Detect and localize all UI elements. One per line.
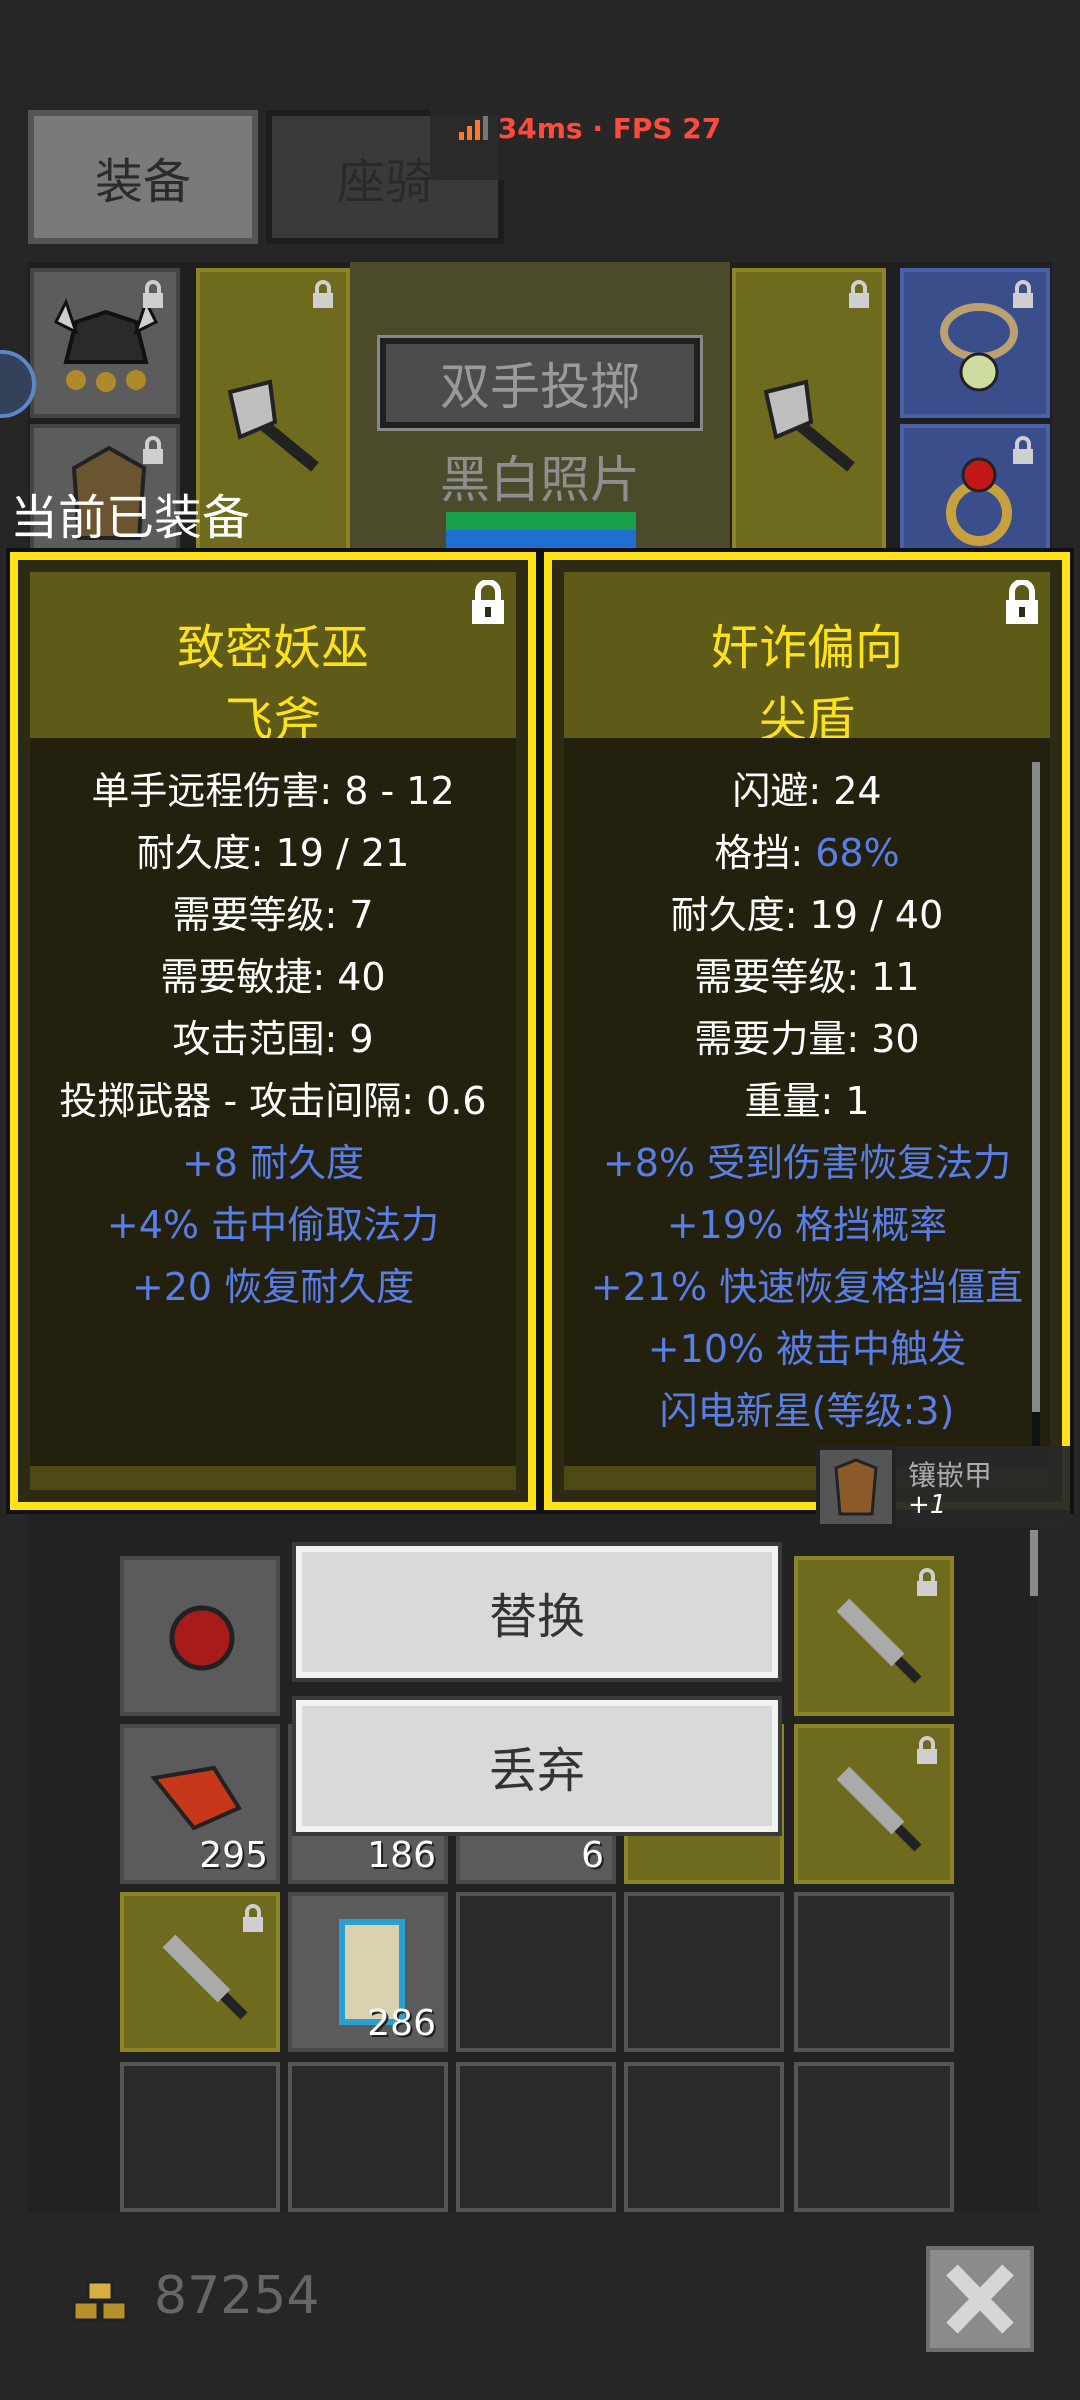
network-label: 34ms · FPS 27 [497, 111, 722, 145]
inventory-slot[interactable]: 295 [120, 1724, 280, 1884]
inventory-slot[interactable] [794, 1892, 954, 2052]
affix-line: +8% 受到伤害恢复法力 [602, 1141, 1012, 1185]
stat-line: 闪避: 24 [732, 769, 882, 813]
socket-item-name: 镶嵌甲 [908, 1459, 993, 1492]
signal-icon [458, 116, 488, 140]
socket-item[interactable]: 镶嵌甲 +1 [816, 1446, 1070, 1528]
lock-icon [243, 1904, 263, 1932]
skill-label: 双手投掷 [377, 335, 703, 431]
dagger-icon [836, 1766, 922, 1852]
affix-line: +8 耐久度 [181, 1141, 365, 1185]
inventory-slot[interactable] [794, 1724, 954, 1884]
card-header: 奸诈偏向 尖盾 [564, 572, 1050, 748]
card-scrollbar[interactable] [1032, 762, 1040, 1412]
inventory-slot[interactable]: 286 [288, 1892, 448, 2052]
mana-bar [446, 530, 636, 550]
equip-slot-off-hand[interactable] [732, 268, 886, 558]
block-value: 68% [815, 831, 900, 875]
inventory-slot[interactable] [120, 1892, 280, 2052]
health-bar [446, 512, 636, 530]
tab-equipment[interactable]: 装备 [28, 110, 258, 244]
equip-slot-ring[interactable] [900, 424, 1050, 558]
discard-button[interactable]: 丢弃 [292, 1696, 782, 1836]
stat-line: 耐久度: 19 / 21 [136, 831, 410, 875]
socket-item-level: +1 [908, 1490, 947, 1520]
replace-button[interactable]: 替换 [292, 1542, 782, 1682]
lock-icon [849, 280, 869, 308]
equip-slot-amulet[interactable] [900, 268, 1050, 418]
stat-line: 需要等级: 11 [694, 955, 920, 999]
axe-icon [227, 379, 319, 472]
stat-line: 攻击范围: 9 [172, 1017, 374, 1061]
gold-icon [72, 2280, 128, 2322]
lock-icon [313, 280, 333, 308]
inventory-slot[interactable] [288, 2062, 448, 2212]
inventory-slot[interactable] [120, 1556, 280, 1716]
inventory-scrollbar[interactable] [1030, 1530, 1038, 1596]
affix-line: +4% 击中偷取法力 [106, 1203, 440, 1247]
lock-icon [143, 280, 163, 308]
gold-amount: 87254 [154, 2266, 320, 2326]
inventory-slot[interactable] [794, 2062, 954, 2212]
affix-line: +10% 被击中触发 [647, 1327, 967, 1371]
item-count: 6 [581, 1835, 604, 1876]
stat-line: 需要敏捷: 40 [160, 955, 386, 999]
affix-line: 闪电新星(等级:3) [659, 1389, 955, 1433]
armor-piece-icon [816, 1446, 896, 1528]
inventory-slot[interactable] [456, 1892, 616, 2052]
card-header: 致密妖巫 飞斧 [30, 572, 516, 748]
affix-line: +19% 格挡概率 [666, 1203, 948, 1247]
photo-label: 黑白照片 [440, 451, 640, 509]
affix-line: +21% 快速恢复格挡僵直 [590, 1265, 1024, 1309]
stat-line: 投掷武器 - 攻击间隔: 0.6 [59, 1079, 487, 1123]
lock-icon [1013, 436, 1033, 464]
close-icon [946, 2264, 1014, 2334]
inventory-slot[interactable] [624, 2062, 784, 2212]
equipped-item-card: 致密妖巫 飞斧 单手远程伤害: 8 - 12 耐久度: 19 / 21 需要等级… [10, 552, 536, 1510]
affix-line: +20 恢复耐久度 [131, 1265, 415, 1309]
stat-line: 需要等级: 7 [172, 893, 374, 937]
card-stats: 闪避: 24 格挡: 68% 耐久度: 19 / 40 需要等级: 11 需要力… [564, 738, 1050, 1466]
stat-line-block: 格挡: 68% [564, 822, 1050, 877]
lock-icon [917, 1736, 937, 1764]
dagger-icon [162, 1934, 248, 2020]
lock-icon[interactable] [468, 580, 508, 626]
stat-label: 格挡: [714, 831, 816, 875]
card-footer [30, 1466, 516, 1490]
lock-icon [917, 1568, 937, 1596]
lock-icon[interactable] [1002, 580, 1042, 626]
compare-item-card: 奸诈偏向 尖盾 闪避: 24 格挡: 68% 耐久度: 19 / 40 需要等级… [544, 552, 1070, 1510]
equip-slot-helmet[interactable] [30, 268, 180, 418]
close-button[interactable] [926, 2246, 1034, 2352]
card-scrollbar-end [1032, 1412, 1040, 1448]
card-stats: 单手远程伤害: 8 - 12 耐久度: 19 / 21 需要等级: 7 需要敏捷… [30, 738, 516, 1466]
item-count: 286 [367, 2003, 436, 2044]
item-count: 186 [367, 1835, 436, 1876]
item-count: 295 [199, 1835, 268, 1876]
inventory-slot[interactable] [794, 1556, 954, 1716]
lock-icon [143, 436, 163, 464]
dagger-icon [836, 1598, 922, 1684]
stat-line: 重量: 1 [744, 1079, 870, 1123]
inventory-slot[interactable] [120, 2062, 280, 2212]
axe-icon [763, 379, 855, 472]
stat-line: 单手远程伤害: 8 - 12 [91, 769, 455, 813]
stat-line: 耐久度: 19 / 40 [670, 893, 944, 937]
inventory-slot[interactable] [624, 1892, 784, 2052]
stat-line: 需要力量: 30 [694, 1017, 920, 1061]
lock-icon [1013, 280, 1033, 308]
item-name: 致密妖巫 [176, 620, 369, 676]
network-status: 34ms · FPS 27 [430, 76, 750, 180]
inventory-slot[interactable] [456, 2062, 616, 2212]
meat-icon [150, 1765, 242, 1831]
gem-icon [169, 1605, 235, 1671]
equipped-heading: 当前已装备 [10, 490, 251, 546]
item-name: 奸诈偏向 [710, 620, 903, 676]
